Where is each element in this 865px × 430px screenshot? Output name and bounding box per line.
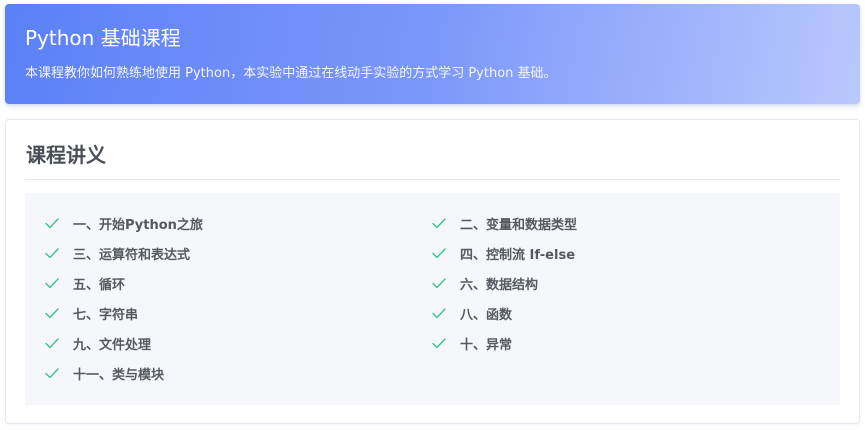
- lesson-label: 三、运算符和表达式: [73, 247, 191, 263]
- course-header: Python 基础课程 本课程教你如何熟练地使用 Python，本实验中通过在线…: [5, 4, 860, 104]
- lesson-label: 九、文件处理: [73, 337, 152, 353]
- lesson-label: 二、变量和数据类型: [460, 217, 578, 233]
- lesson-label: 六、数据结构: [460, 277, 539, 293]
- lesson-item[interactable]: 十、异常: [432, 328, 819, 358]
- lesson-list: 一、开始Python之旅 二、变量和数据类型三、运算符和表达式 四、控制流 If-e…: [25, 193, 840, 405]
- lesson-label: 八、函数: [460, 307, 513, 323]
- lesson-label: 四、控制流 If-else: [460, 247, 576, 263]
- lesson-label: 五、循环: [73, 277, 126, 293]
- course-title: Python 基础课程: [25, 26, 181, 50]
- check-icon: [45, 216, 59, 230]
- check-icon: [432, 246, 446, 260]
- lesson-item[interactable]: 八、函数: [432, 298, 819, 328]
- lesson-item[interactable]: 六、数据结构: [432, 268, 819, 298]
- lesson-item[interactable]: 三、运算符和表达式: [45, 238, 432, 268]
- check-icon: [45, 306, 59, 320]
- lesson-label: 十、异常: [460, 337, 513, 353]
- lesson-label: 十一、类与模块: [73, 367, 165, 383]
- lesson-item[interactable]: 四、控制流 If-else: [432, 238, 819, 268]
- lesson-item[interactable]: 一、开始Python之旅: [45, 208, 432, 238]
- lesson-item[interactable]: 七、字符串: [45, 298, 432, 328]
- check-icon: [432, 306, 446, 320]
- check-icon: [432, 216, 446, 230]
- page: Python 基础课程 本课程教你如何熟练地使用 Python，本实验中通过在线…: [0, 0, 865, 430]
- check-icon: [432, 336, 446, 350]
- check-icon: [45, 366, 59, 380]
- check-icon: [432, 276, 446, 290]
- lesson-item[interactable]: 九、文件处理: [45, 328, 432, 358]
- lesson-label: 七、字符串: [73, 307, 139, 323]
- lectures-card: 课程讲义 一、开始Python之旅 二、变量和数据类型三、运算符和表达式 四、控制流…: [5, 119, 860, 424]
- check-icon: [45, 246, 59, 260]
- lesson-item[interactable]: 二、变量和数据类型: [432, 208, 819, 238]
- lesson-item[interactable]: 五、循环: [45, 268, 432, 298]
- course-description: 本课程教你如何熟练地使用 Python，本实验中通过在线动手实验的方式学习 Py…: [25, 66, 557, 81]
- lesson-item[interactable]: 十一、类与模块: [45, 358, 432, 388]
- lesson-label: 一、开始Python之旅: [73, 217, 203, 233]
- check-icon: [45, 336, 59, 350]
- check-icon: [45, 276, 59, 290]
- lectures-title: 课程讲义: [25, 120, 840, 180]
